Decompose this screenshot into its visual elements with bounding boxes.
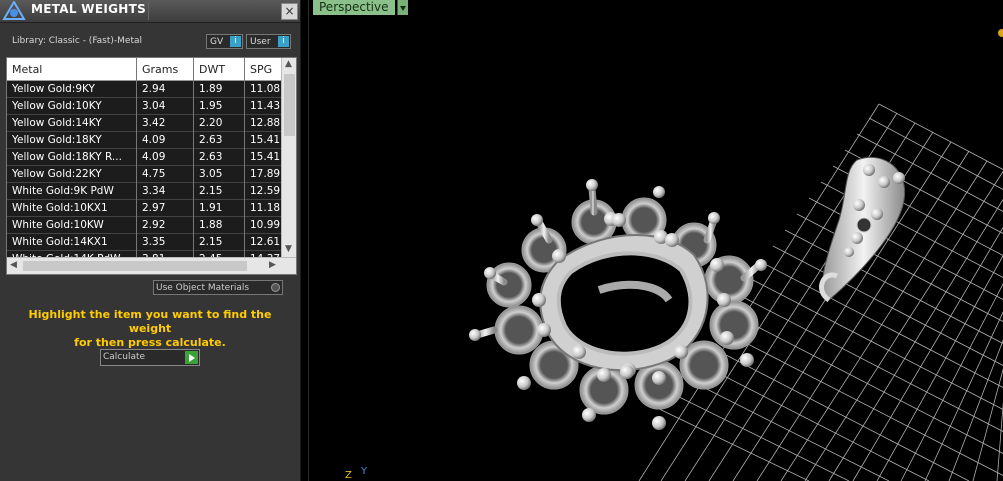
table-row[interactable]: White Gold:9K PdW 3.34 2.15 12.59 bbox=[7, 183, 281, 200]
cell-dwt: 2.15 bbox=[199, 236, 223, 248]
column-divider bbox=[193, 58, 194, 265]
scroll-up-icon[interactable]: ▲ bbox=[285, 59, 292, 69]
table-row[interactable]: Yellow Gold:18KY 4.09 2.63 15.41 bbox=[7, 132, 281, 149]
column-divider bbox=[244, 58, 245, 265]
cell-grams: 3.35 bbox=[142, 236, 166, 248]
table-row[interactable]: White Gold:14KX1 3.35 2.15 12.61 bbox=[7, 234, 281, 251]
instruction-line-1: Highlight the item you want to find the … bbox=[28, 308, 272, 335]
cell-metal: Yellow Gold:10KY bbox=[12, 100, 102, 112]
cell-dwt: 2.20 bbox=[199, 117, 223, 129]
table-row[interactable]: Yellow Gold:22KY 4.75 3.05 17.89 bbox=[7, 166, 281, 183]
cell-grams: 2.97 bbox=[142, 202, 166, 214]
table-row[interactable]: Yellow Gold:10KY 3.04 1.95 11.43 bbox=[7, 98, 281, 115]
horizontal-scrollbar[interactable]: ◀ ▶ bbox=[7, 257, 296, 274]
info-icon: i bbox=[230, 36, 241, 47]
gv-dropdown[interactable]: GV i bbox=[206, 34, 243, 49]
orientation-gizmo-icon[interactable] bbox=[998, 29, 1003, 37]
app-logo-icon bbox=[2, 1, 26, 20]
cell-spg: 17.89 bbox=[250, 168, 281, 180]
cell-metal: Yellow Gold:18KY R... bbox=[12, 151, 122, 163]
cell-grams: 4.09 bbox=[142, 151, 166, 163]
calculate-label: Calculate bbox=[103, 352, 146, 362]
cell-spg: 11.43 bbox=[250, 100, 281, 112]
table-row[interactable]: Yellow Gold:14KY 3.42 2.20 12.88 bbox=[7, 115, 281, 132]
instruction-text: Highlight the item you want to find the … bbox=[10, 308, 290, 350]
cell-spg: 12.61 bbox=[250, 236, 281, 248]
metal-table: Metal Grams DWT SPG Yellow Gold:9KY 2.94 1… bbox=[6, 57, 297, 275]
cell-dwt: 2.63 bbox=[199, 134, 223, 146]
panel-title: METAL WEIGHTS bbox=[31, 2, 147, 16]
view-mode-label[interactable]: Perspective bbox=[313, 0, 395, 15]
column-header-dwt[interactable]: DWT bbox=[199, 63, 225, 76]
cell-metal: White Gold:10KW bbox=[12, 219, 104, 231]
view-mode-dropdown-icon[interactable] bbox=[397, 0, 408, 15]
vertical-scrollbar[interactable]: ▲ ▼ bbox=[281, 58, 296, 257]
play-icon bbox=[185, 351, 198, 364]
calculate-button[interactable]: Calculate bbox=[100, 349, 200, 366]
gv-dropdown-label: GV bbox=[210, 37, 224, 47]
axis-z-label: Z bbox=[345, 470, 352, 481]
user-dropdown[interactable]: User i bbox=[246, 34, 291, 49]
column-header-metal[interactable]: Metal bbox=[12, 63, 42, 76]
cell-spg: 10.99 bbox=[250, 219, 281, 231]
cell-dwt: 2.15 bbox=[199, 185, 223, 197]
cell-dwt: 2.63 bbox=[199, 151, 223, 163]
cell-dwt: 1.91 bbox=[199, 202, 223, 214]
cell-metal: Yellow Gold:14KY bbox=[12, 117, 102, 129]
horizontal-scroll-thumb[interactable] bbox=[23, 261, 247, 271]
cell-grams: 4.75 bbox=[142, 168, 166, 180]
cell-spg: 12.59 bbox=[250, 185, 281, 197]
library-label: Library: Classic - (Fast)-Metal bbox=[12, 36, 143, 46]
cell-metal: Yellow Gold:18KY bbox=[12, 134, 102, 146]
title-divider bbox=[148, 2, 149, 20]
scene-canvas: Z Y bbox=[345, 29, 1003, 481]
vertical-scroll-thumb[interactable] bbox=[284, 74, 295, 136]
cell-grams: 3.42 bbox=[142, 117, 166, 129]
cell-grams: 2.94 bbox=[142, 83, 166, 95]
cell-grams: 3.34 bbox=[142, 185, 166, 197]
cell-dwt: 1.95 bbox=[199, 100, 223, 112]
table-header: Metal Grams DWT SPG bbox=[7, 58, 281, 81]
scroll-right-icon[interactable]: ▶ bbox=[269, 260, 276, 270]
table-body: Yellow Gold:9KY 2.94 1.89 11.08 Yellow Gold:… bbox=[7, 81, 281, 268]
cell-metal: White Gold:9K PdW bbox=[12, 185, 114, 197]
cell-spg: 15.41 bbox=[250, 151, 281, 163]
cell-dwt: 3.05 bbox=[199, 168, 223, 180]
cell-spg: 11.08 bbox=[250, 83, 281, 95]
table-row[interactable]: White Gold:10KW 2.92 1.88 10.99 bbox=[7, 217, 281, 234]
radio-icon bbox=[271, 283, 280, 292]
cell-grams: 3.04 bbox=[142, 100, 166, 112]
metal-weights-panel: METAL WEIGHTS × Library: Classic - (Fast… bbox=[0, 0, 301, 481]
cell-spg: 11.18 bbox=[250, 202, 281, 214]
panel-titlebar: METAL WEIGHTS × bbox=[0, 0, 300, 23]
info-icon: i bbox=[278, 36, 289, 47]
use-object-materials-toggle[interactable]: Use Object Materials bbox=[153, 280, 283, 295]
axis-indicator: Z Y bbox=[345, 466, 368, 481]
cell-metal: Yellow Gold:22KY bbox=[12, 168, 102, 180]
column-header-spg[interactable]: SPG bbox=[250, 63, 272, 76]
cell-metal: Yellow Gold:9KY bbox=[12, 83, 95, 95]
cell-grams: 2.92 bbox=[142, 219, 166, 231]
instruction-line-2: for then press calculate. bbox=[74, 336, 226, 349]
axis-y-label: Y bbox=[360, 466, 368, 477]
cell-metal: White Gold:14KX1 bbox=[12, 236, 108, 248]
scroll-left-icon[interactable]: ◀ bbox=[10, 260, 17, 270]
ring-setting-model bbox=[469, 179, 767, 430]
cell-spg: 15.41 bbox=[250, 134, 281, 146]
scroll-down-icon[interactable]: ▼ bbox=[285, 244, 292, 254]
cell-dwt: 1.88 bbox=[199, 219, 223, 231]
table-row[interactable]: White Gold:10KX1 2.97 1.91 11.18 bbox=[7, 200, 281, 217]
user-dropdown-label: User bbox=[250, 37, 271, 47]
cell-spg: 12.88 bbox=[250, 117, 281, 129]
close-button[interactable]: × bbox=[281, 3, 298, 20]
cell-metal: White Gold:10KX1 bbox=[12, 202, 108, 214]
table-row[interactable]: Yellow Gold:18KY R... 4.09 2.63 15.41 bbox=[7, 149, 281, 166]
column-divider bbox=[136, 58, 137, 265]
column-header-grams[interactable]: Grams bbox=[142, 63, 178, 76]
use-object-materials-label: Use Object Materials bbox=[156, 283, 250, 293]
table-row[interactable]: Yellow Gold:9KY 2.94 1.89 11.08 bbox=[7, 81, 281, 98]
3d-viewport[interactable]: Z Y Perspective bbox=[308, 0, 1003, 481]
cell-grams: 4.09 bbox=[142, 134, 166, 146]
cell-dwt: 1.89 bbox=[199, 83, 223, 95]
